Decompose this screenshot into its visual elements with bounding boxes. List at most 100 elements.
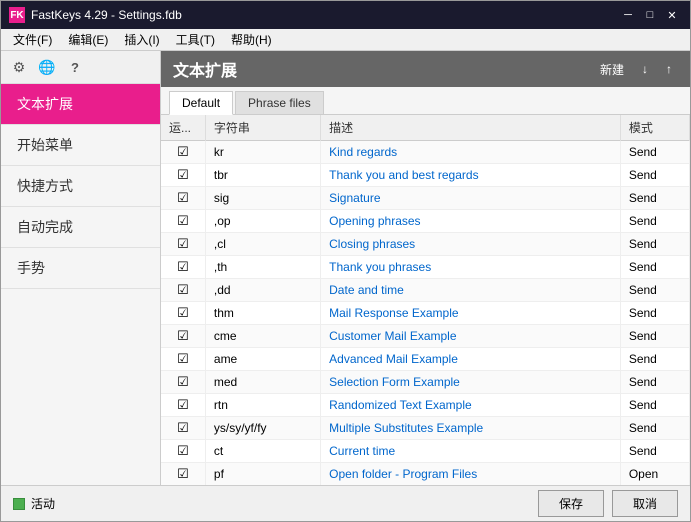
row-checkbox[interactable]: ☑ <box>161 440 205 463</box>
row-abbr: ,dd <box>205 279 320 302</box>
tabs: Default Phrase files <box>161 87 690 115</box>
table-row[interactable]: ☑pfOpen folder - Program FilesOpen <box>161 463 690 486</box>
row-desc: Randomized Text Example <box>321 394 621 417</box>
panel-header-actions: 新建 ↓ ↑ <box>594 59 678 80</box>
main-window: FK FastKeys 4.29 - Settings.fdb ─ □ ✕ 文件… <box>0 0 691 522</box>
row-checkbox[interactable]: ☑ <box>161 394 205 417</box>
row-desc: Closing phrases <box>321 233 621 256</box>
panel-header: 文本扩展 新建 ↓ ↑ <box>161 51 690 87</box>
main-content: ⚙ 🌐 ? 文本扩展 开始菜单 快捷方式 自动完成 手势 文本扩展 新建 ↓ ↑ <box>1 51 690 485</box>
row-desc: Date and time <box>321 279 621 302</box>
row-checkbox[interactable]: ☑ <box>161 256 205 279</box>
row-abbr: ,cl <box>205 233 320 256</box>
row-mode: Send <box>620 256 689 279</box>
minimize-button[interactable]: ─ <box>618 6 638 24</box>
row-desc: Multiple Substitutes Example <box>321 417 621 440</box>
row-abbr: ,th <box>205 256 320 279</box>
maximize-button[interactable]: □ <box>640 6 660 24</box>
gear-icon[interactable]: ⚙ <box>9 57 29 77</box>
menu-file[interactable]: 文件(F) <box>5 29 60 50</box>
sidebar-item-autocomplete[interactable]: 自动完成 <box>1 207 160 248</box>
row-checkbox[interactable]: ☑ <box>161 141 205 164</box>
app-icon: FK <box>9 7 25 23</box>
tab-phrase-files[interactable]: Phrase files <box>235 91 324 114</box>
new-button[interactable]: 新建 <box>594 59 630 80</box>
table-row[interactable]: ☑,thThank you phrasesSend <box>161 256 690 279</box>
row-abbr: pf <box>205 463 320 486</box>
table-container[interactable]: 运... 字符串 描述 模式 ☑krKind regardsSend☑tbrTh… <box>161 115 690 485</box>
row-abbr: ct <box>205 440 320 463</box>
table-row[interactable]: ☑sigSignatureSend <box>161 187 690 210</box>
row-desc: Thank you and best regards <box>321 164 621 187</box>
menu-bar: 文件(F) 编辑(E) 插入(I) 工具(T) 帮助(H) <box>1 29 690 51</box>
row-checkbox[interactable]: ☑ <box>161 417 205 440</box>
table-row[interactable]: ☑,clClosing phrasesSend <box>161 233 690 256</box>
row-desc: Signature <box>321 187 621 210</box>
table-row[interactable]: ☑ys/sy/yf/fyMultiple Substitutes Example… <box>161 417 690 440</box>
row-desc: Open folder - Program Files <box>321 463 621 486</box>
save-button[interactable]: 保存 <box>538 490 604 517</box>
sidebar-item-start-menu[interactable]: 开始菜单 <box>1 125 160 166</box>
table-row[interactable]: ☑,ddDate and timeSend <box>161 279 690 302</box>
table-header-row: 运... 字符串 描述 模式 <box>161 115 690 141</box>
table-row[interactable]: ☑ctCurrent timeSend <box>161 440 690 463</box>
table-row[interactable]: ☑medSelection Form ExampleSend <box>161 371 690 394</box>
arrow-up-button[interactable]: ↑ <box>660 60 678 78</box>
table-row[interactable]: ☑thmMail Response ExampleSend <box>161 302 690 325</box>
table-row[interactable]: ☑rtnRandomized Text ExampleSend <box>161 394 690 417</box>
row-abbr: kr <box>205 141 320 164</box>
close-button[interactable]: ✕ <box>662 6 682 24</box>
row-checkbox[interactable]: ☑ <box>161 348 205 371</box>
data-table: 运... 字符串 描述 模式 ☑krKind regardsSend☑tbrTh… <box>161 115 690 485</box>
row-checkbox[interactable]: ☑ <box>161 164 205 187</box>
row-desc: Thank you phrases <box>321 256 621 279</box>
row-desc: Selection Form Example <box>321 371 621 394</box>
row-mode: Send <box>620 141 689 164</box>
sidebar: ⚙ 🌐 ? 文本扩展 开始菜单 快捷方式 自动完成 手势 <box>1 51 161 485</box>
row-checkbox[interactable]: ☑ <box>161 210 205 233</box>
cancel-button[interactable]: 取消 <box>612 490 678 517</box>
row-checkbox[interactable]: ☑ <box>161 325 205 348</box>
sidebar-item-shortcuts[interactable]: 快捷方式 <box>1 166 160 207</box>
row-mode: Send <box>620 417 689 440</box>
help-icon[interactable]: ? <box>65 57 85 77</box>
row-checkbox[interactable]: ☑ <box>161 187 205 210</box>
row-desc: Kind regards <box>321 141 621 164</box>
menu-tools[interactable]: 工具(T) <box>168 29 223 50</box>
row-checkbox[interactable]: ☑ <box>161 302 205 325</box>
menu-insert[interactable]: 插入(I) <box>116 29 167 50</box>
menu-help[interactable]: 帮助(H) <box>223 29 280 50</box>
row-mode: Send <box>620 279 689 302</box>
panel-title: 文本扩展 <box>173 57 237 81</box>
tab-default[interactable]: Default <box>169 91 233 115</box>
row-abbr: rtn <box>205 394 320 417</box>
row-desc: Current time <box>321 440 621 463</box>
menu-edit[interactable]: 编辑(E) <box>60 29 116 50</box>
table-row[interactable]: ☑cmeCustomer Mail ExampleSend <box>161 325 690 348</box>
row-checkbox[interactable]: ☑ <box>161 463 205 486</box>
table-row[interactable]: ☑,opOpening phrasesSend <box>161 210 690 233</box>
table-body: ☑krKind regardsSend☑tbrThank you and bes… <box>161 141 690 486</box>
row-desc: Opening phrases <box>321 210 621 233</box>
row-abbr: ,op <box>205 210 320 233</box>
sidebar-item-gestures[interactable]: 手势 <box>1 248 160 289</box>
table-row[interactable]: ☑krKind regardsSend <box>161 141 690 164</box>
row-abbr: tbr <box>205 164 320 187</box>
footer-left: 活动 <box>13 495 55 512</box>
globe-icon[interactable]: 🌐 <box>37 57 57 77</box>
window-controls: ─ □ ✕ <box>618 6 682 24</box>
sidebar-item-text-expansion[interactable]: 文本扩展 <box>1 84 160 125</box>
row-mode: Send <box>620 440 689 463</box>
row-mode: Send <box>620 371 689 394</box>
row-checkbox[interactable]: ☑ <box>161 233 205 256</box>
row-abbr: ys/sy/yf/fy <box>205 417 320 440</box>
row-mode: Send <box>620 164 689 187</box>
row-checkbox[interactable]: ☑ <box>161 279 205 302</box>
arrow-down-button[interactable]: ↓ <box>636 60 654 78</box>
row-checkbox[interactable]: ☑ <box>161 371 205 394</box>
row-desc: Customer Mail Example <box>321 325 621 348</box>
table-row[interactable]: ☑tbrThank you and best regardsSend <box>161 164 690 187</box>
table-row[interactable]: ☑ameAdvanced Mail ExampleSend <box>161 348 690 371</box>
footer-right: 保存 取消 <box>538 490 678 517</box>
right-panel: 文本扩展 新建 ↓ ↑ Default Phrase files 运... <box>161 51 690 485</box>
